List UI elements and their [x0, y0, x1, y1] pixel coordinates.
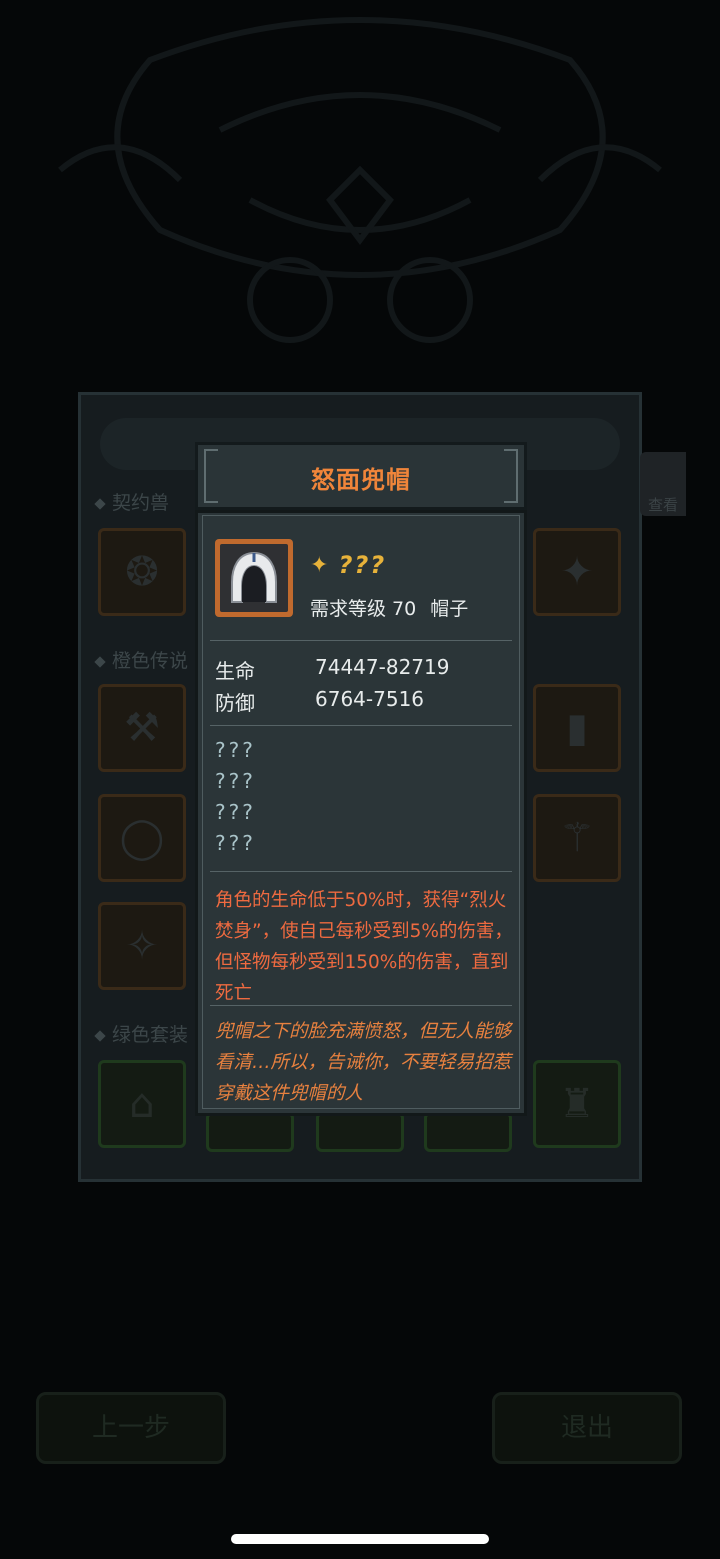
section-contract-beast: 契约兽 [94, 488, 170, 515]
set-slot[interactable]: ♜ [533, 1060, 621, 1148]
hood-icon [231, 551, 277, 603]
item-type: 帽子 [430, 598, 469, 620]
stat-value: 74447-82719 [315, 655, 450, 679]
equipment-slot[interactable]: ▮ [533, 684, 621, 772]
unknown-attribute: ??? [215, 769, 256, 793]
equipment-slot[interactable]: ⚒ [98, 684, 186, 772]
item-icon-frame [215, 539, 293, 617]
stat-name: 生命 [215, 659, 255, 683]
set-slot[interactable] [316, 1112, 404, 1152]
glove-icon: ▮ [565, 705, 588, 751]
necklace-icon: ◯ [119, 815, 165, 861]
hood-icon: ⌂ [129, 1081, 155, 1127]
unknown-attribute: ??? [215, 831, 256, 855]
required-level: 需求等级 70 [310, 598, 417, 620]
section-green-set: 绿色套装 [94, 1020, 189, 1047]
stat-row-defense: 防御 6764-7516 [215, 687, 424, 716]
robe-icon: ♜ [559, 1081, 595, 1127]
divider [210, 871, 512, 872]
equipment-slot[interactable]: ✧ [98, 902, 186, 990]
background-boss-art [58, 17, 662, 343]
unknown-attribute: ??? [215, 800, 256, 824]
section-label: 契约兽 [112, 492, 170, 514]
set-slot[interactable] [206, 1112, 294, 1152]
equipment-slot[interactable]: ⚚ [533, 794, 621, 882]
diamond-icon [94, 497, 106, 510]
beast-slot[interactable]: ✦ [533, 528, 621, 616]
divider [210, 640, 512, 641]
staff-icon: ⚚ [559, 815, 595, 861]
section-label: 绿色套装 [112, 1024, 189, 1046]
beast-icon: ❂ [125, 549, 159, 595]
section-orange-legend: 橙色传说 [94, 646, 189, 673]
popup-header: 怒面兜帽 [195, 442, 527, 510]
item-detail-popup: 怒面兜帽 ✦ ??? 需求等级 70 帽子 生命 74447-82719 防御 … [195, 442, 527, 1116]
diamond-icon [94, 1029, 106, 1042]
view-button[interactable]: 查看 [640, 452, 686, 516]
axe-icon: ⚒ [124, 705, 160, 751]
set-slot[interactable]: ⌂ [98, 1060, 186, 1148]
armor-icon: ✧ [125, 923, 159, 969]
flavor-text: 兜帽之下的脸充满愤怒，但无人能够看清…所以，告诫你，不要轻易招惹穿戴这件兜帽的人 [215, 1021, 512, 1104]
item-icon-bg [220, 544, 288, 612]
beast-slot[interactable]: ❂ [98, 528, 186, 616]
home-indicator[interactable] [231, 1534, 489, 1544]
item-name: 怒面兜帽 [311, 466, 411, 494]
requirement-row: 需求等级 70 帽子 [310, 594, 468, 621]
prev-step-button[interactable]: 上一步 [36, 1392, 226, 1464]
dragon-icon: ✦ [560, 549, 594, 595]
popup-body: ✦ ??? 需求等级 70 帽子 生命 74447-82719 防御 6764-7… [195, 510, 527, 1116]
set-slot[interactable] [424, 1112, 512, 1152]
exit-button[interactable]: 退出 [492, 1392, 682, 1464]
rarity-text: ??? [338, 551, 387, 579]
rarity-sparkle-icon: ✦ [310, 552, 329, 578]
diamond-icon [94, 655, 106, 668]
stat-name: 防御 [215, 691, 255, 715]
rarity-row: ✦ ??? [310, 551, 386, 579]
special-effect-text: 角色的生命低于50%时，获得“烈火焚身”，使自己每秒受到5%的伤害，但怪物每秒受… [215, 890, 513, 1004]
equipment-slot[interactable]: ◯ [98, 794, 186, 882]
divider [210, 1005, 512, 1006]
divider [210, 725, 512, 726]
stat-value: 6764-7516 [315, 687, 425, 711]
stat-row-hp: 生命 74447-82719 [215, 655, 449, 684]
unknown-attribute: ??? [215, 738, 256, 762]
section-label: 橙色传说 [112, 650, 189, 672]
